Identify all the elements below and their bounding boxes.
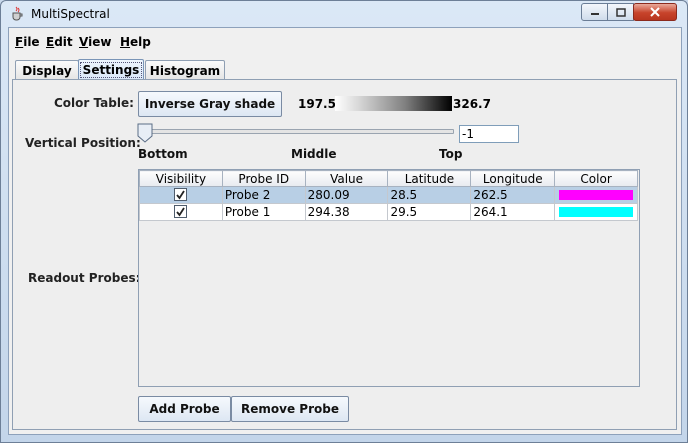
- column-header-value[interactable]: Value: [304, 170, 389, 187]
- vertical-position-slider-thumb[interactable]: [137, 123, 153, 143]
- slider-tick-top: Top: [439, 147, 463, 161]
- table-row[interactable]: Probe 2 280.09 28.5 262.5: [139, 186, 638, 204]
- menu-help[interactable]: Help: [120, 35, 151, 49]
- latitude-cell: 29.5: [387, 203, 472, 221]
- color-cell[interactable]: [554, 203, 638, 221]
- title-bar[interactable]: MultiSpectral: [1, 1, 687, 27]
- color-table-button[interactable]: Inverse Gray shade: [138, 91, 282, 117]
- minimize-icon: [590, 13, 599, 15]
- column-header-latitude[interactable]: Latitude: [387, 170, 472, 187]
- slider-tick-middle: Middle: [291, 147, 337, 161]
- checkmark-icon: [176, 207, 186, 217]
- visibility-checkbox[interactable]: [174, 188, 188, 201]
- maximize-icon: [615, 7, 626, 17]
- vertical-position-label: Vertical Position:: [25, 136, 141, 150]
- tab-display[interactable]: Display: [15, 60, 79, 80]
- column-header-probe-id[interactable]: Probe ID: [221, 170, 306, 187]
- visibility-cell[interactable]: [139, 186, 223, 204]
- probe-id-cell: Probe 2: [221, 186, 306, 204]
- java-cup-icon: [12, 6, 23, 21]
- vertical-position-field[interactable]: -1: [459, 125, 519, 143]
- column-header-longitude[interactable]: Longitude: [470, 170, 556, 187]
- tab-histogram[interactable]: Histogram: [145, 60, 225, 80]
- maximize-button[interactable]: [607, 3, 634, 21]
- value-cell: 294.38: [304, 203, 389, 221]
- menu-edit[interactable]: Edit: [46, 35, 73, 49]
- menu-view[interactable]: View: [79, 35, 111, 49]
- column-header-visibility[interactable]: Visibility: [139, 170, 223, 187]
- color-range-min: 197.5: [298, 97, 336, 111]
- window-title: MultiSpectral: [31, 7, 110, 21]
- color-swatch[interactable]: [559, 207, 633, 217]
- table-header: Visibility Probe ID Value Latitude Longi…: [139, 170, 638, 187]
- visibility-checkbox[interactable]: [174, 205, 188, 218]
- column-header-color[interactable]: Color: [554, 170, 638, 187]
- table-row[interactable]: Probe 1 294.38 29.5 264.1: [139, 203, 638, 221]
- color-table-preview: [335, 96, 452, 111]
- minimize-button[interactable]: [581, 3, 608, 21]
- readout-probes-label: Readout Probes:: [28, 271, 141, 285]
- longitude-cell: 264.1: [470, 203, 556, 221]
- probes-table[interactable]: Visibility Probe ID Value Latitude Longi…: [138, 169, 640, 387]
- value-cell: 280.09: [304, 186, 389, 204]
- color-range-max: 326.7: [453, 97, 491, 111]
- menu-bar: File Edit View Help: [9, 28, 681, 52]
- color-table-label: Color Table:: [54, 96, 134, 110]
- menu-file[interactable]: File: [15, 35, 40, 49]
- vertical-position-slider-track[interactable]: [139, 129, 454, 134]
- probe-id-cell: Probe 1: [221, 203, 306, 221]
- checkmark-icon: [176, 190, 186, 200]
- color-swatch[interactable]: [559, 190, 633, 200]
- latitude-cell: 28.5: [387, 186, 472, 204]
- visibility-cell[interactable]: [139, 203, 223, 221]
- slider-tick-bottom: Bottom: [138, 147, 188, 161]
- close-button[interactable]: [633, 3, 677, 21]
- color-cell[interactable]: [554, 186, 638, 204]
- tab-settings[interactable]: Settings: [78, 59, 144, 80]
- close-icon: [650, 7, 660, 17]
- remove-probe-button[interactable]: Remove Probe: [231, 396, 349, 422]
- add-probe-button[interactable]: Add Probe: [138, 396, 231, 422]
- longitude-cell: 262.5: [470, 186, 556, 204]
